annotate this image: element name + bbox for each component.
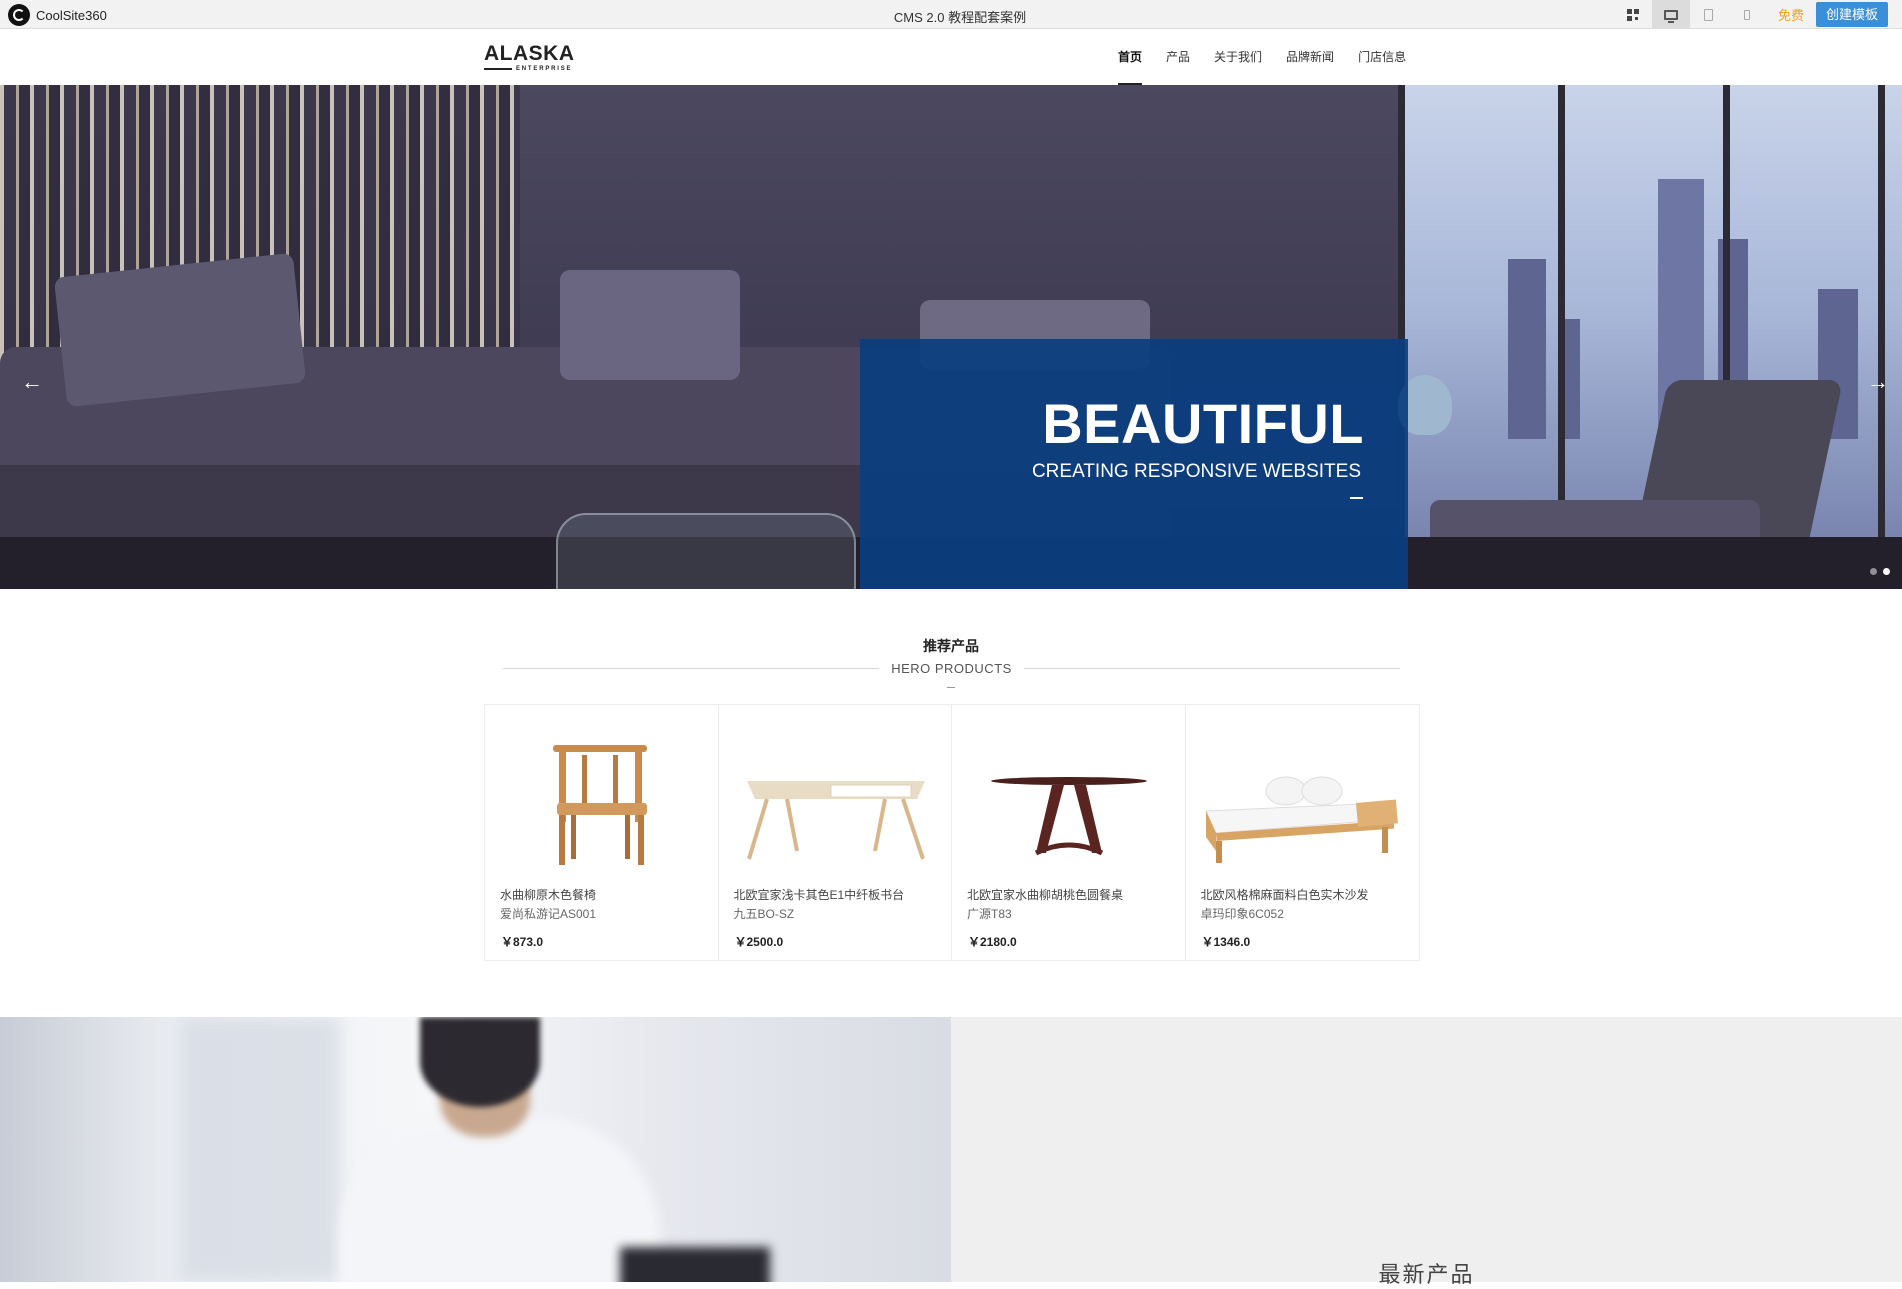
nav-item-news[interactable]: 品牌新闻 <box>1286 29 1334 85</box>
logo-rule <box>484 68 512 70</box>
product-name: 北欧宜家水曲柳胡桃色圆餐桌 <box>967 888 1124 902</box>
hero-caption-dash <box>1350 497 1363 499</box>
product-name: 北欧宜家浅卡其色E1中纤板书台 <box>733 888 905 902</box>
sofa-image <box>1204 776 1398 863</box>
slider-dots <box>1870 568 1890 575</box>
phone-icon <box>1743 9 1750 20</box>
products-section-subtitle: HERO PRODUCTS <box>503 660 1400 676</box>
divider-right <box>1023 667 1400 669</box>
product-name: 北欧风格棉麻面料白色实木沙发 <box>1200 888 1369 902</box>
product-code: 广源T83 <box>967 907 1012 921</box>
product-code: 爱尚私游记AS001 <box>500 907 597 921</box>
nav-item-about[interactable]: 关于我们 <box>1214 29 1262 85</box>
desk-image <box>746 781 925 860</box>
hero-subline: CREATING RESPONSIVE WEBSITES <box>1031 461 1361 482</box>
logo-subtitle: ENTERPRISE <box>516 66 573 72</box>
product-card[interactable]: 北欧风格棉麻面料白色实木沙发 卓玛印象6C052 ￥1346.0 <box>1185 705 1419 960</box>
product-code: 九五BO-SZ <box>733 907 795 921</box>
qr-code-icon <box>1626 8 1639 21</box>
divider-left <box>503 667 880 669</box>
slider-dot-1[interactable] <box>1870 568 1877 575</box>
product-code: 卓玛印象6C052 <box>1200 907 1284 921</box>
tablet-view-button[interactable] <box>1690 0 1728 29</box>
product-price: ￥2500.0 <box>734 935 784 949</box>
free-link[interactable]: 免费 <box>1766 5 1816 24</box>
about-photo <box>0 1017 951 1282</box>
hero-caption: BEAUTIFUL CREATING RESPONSIVE WEBSITES <box>860 339 1408 589</box>
tablet-icon <box>1704 8 1714 21</box>
qr-code-button[interactable] <box>1614 0 1652 29</box>
create-template-button[interactable]: 创建模板 <box>1815 2 1888 27</box>
site-header: ALASKA ENTERPRISE 首页 产品 关于我们 品牌新闻 门店信息 <box>0 29 1902 85</box>
section-dash <box>947 687 955 688</box>
product-card[interactable]: 北欧宜家水曲柳胡桃色圆餐桌 广源T83 ￥2180.0 <box>952 705 1186 960</box>
nav-item-products[interactable]: 产品 <box>1166 29 1190 85</box>
product-grid: 水曲柳原木色餐椅 爱尚私游记AS001 ￥873.0 北欧宜家浅卡其色E1中纤板… <box>484 704 1420 961</box>
product-card[interactable]: 北欧宜家浅卡其色E1中纤板书台 九五BO-SZ ￥2500.0 <box>718 705 952 960</box>
product-card[interactable]: 水曲柳原木色餐椅 爱尚私游记AS001 ￥873.0 <box>485 705 719 960</box>
arrow-left-icon: ← <box>21 369 43 394</box>
slider-dot-2[interactable] <box>1883 568 1890 575</box>
arrow-right-icon: → <box>1867 369 1889 394</box>
latest-products-panel: 最新产品 <box>951 1017 1902 1287</box>
site-logo[interactable]: ALASKA ENTERPRISE <box>484 43 575 72</box>
products-subtitle-text: HERO PRODUCTS <box>891 660 1012 676</box>
slider-prev-button[interactable]: ← <box>8 361 56 403</box>
hero-glass-table <box>556 513 856 589</box>
desktop-view-button[interactable] <box>1651 0 1690 29</box>
chair-image <box>553 745 647 865</box>
hero-slider: BEAUTIFUL CREATING RESPONSIVE WEBSITES ←… <box>0 85 1902 589</box>
toolbar-actions: 免费 创建模板 <box>1614 0 1902 29</box>
products-section-title: 推荐产品 <box>923 638 979 654</box>
product-price: ￥873.0 <box>501 935 544 949</box>
logo-name: ALASKA <box>484 42 575 65</box>
phone-view-button[interactable] <box>1728 0 1766 29</box>
nav-item-home[interactable]: 首页 <box>1118 29 1143 85</box>
hero-headline: BEAUTIFUL <box>1042 392 1364 455</box>
main-nav: 首页 产品 关于我们 品牌新闻 门店信息 <box>1118 29 1406 85</box>
slider-next-button[interactable]: → <box>1854 361 1902 403</box>
nav-item-stores[interactable]: 门店信息 <box>1358 29 1406 85</box>
editor-toolbar: CoolSite360 CMS 2.0 教程配套案例 免费 创建模板 <box>0 0 1902 29</box>
product-price: ￥1346.0 <box>1201 935 1251 949</box>
product-price: ￥2180.0 <box>968 935 1017 949</box>
latest-products-heading: 最新产品 <box>1378 1262 1475 1287</box>
desktop-icon <box>1663 9 1678 23</box>
product-name: 水曲柳原木色餐椅 <box>500 888 597 902</box>
round-table-image <box>991 777 1147 856</box>
